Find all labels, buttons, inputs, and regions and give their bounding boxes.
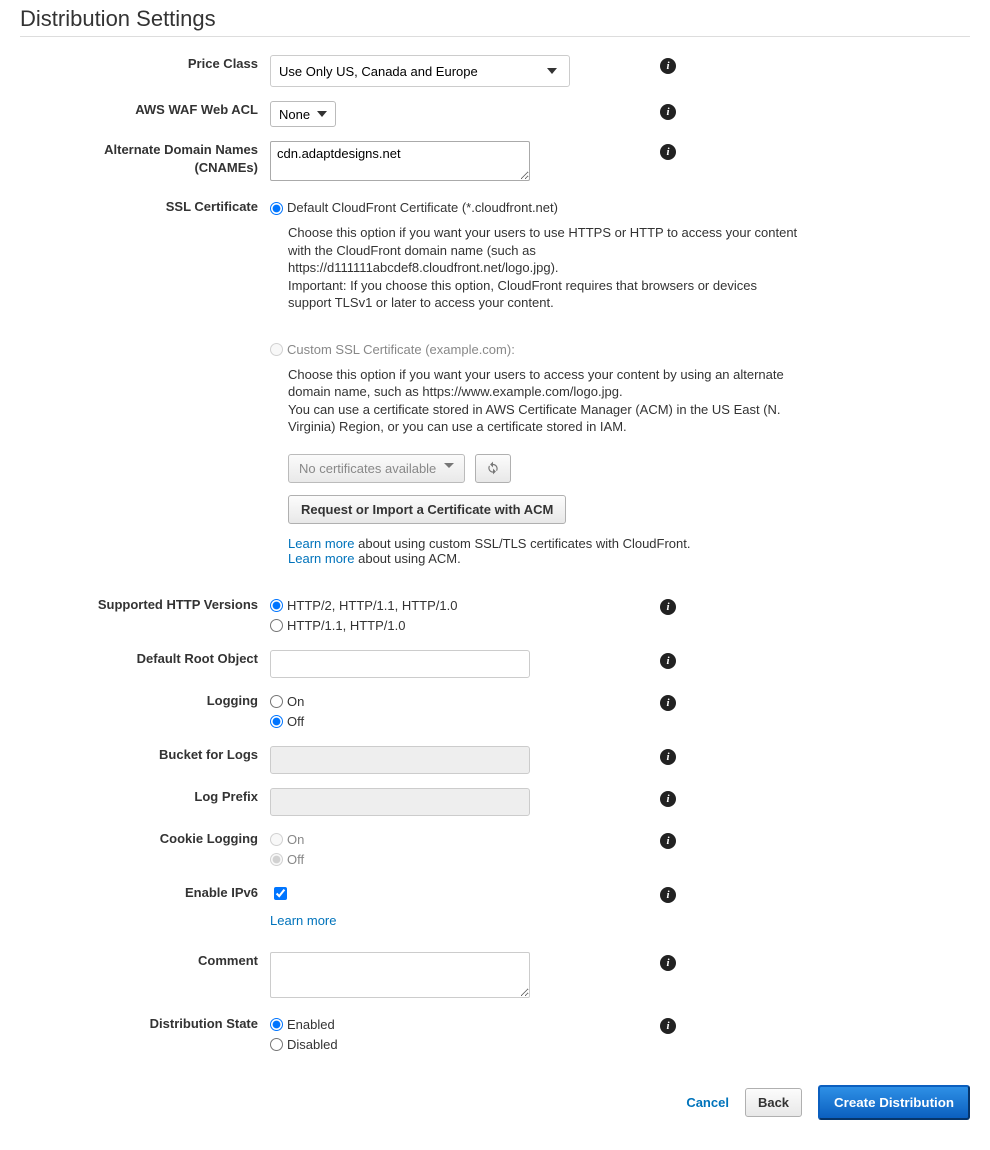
cnames-textarea[interactable]: cdn.adaptdesigns.net (270, 141, 530, 181)
logging-off-label: Off (287, 712, 304, 732)
info-icon[interactable]: i (660, 955, 676, 971)
row-ipv6: Enable IPv6 Learn more i (20, 884, 970, 928)
request-cert-button[interactable]: Request or Import a Certificate with ACM (288, 495, 566, 524)
learn-more-ssl-suffix: about using custom SSL/TLS certificates … (358, 536, 690, 551)
cert-select[interactable]: No certificates available (288, 454, 465, 483)
cookie-log-on-label: On (287, 830, 304, 850)
cookie-log-off-radio (270, 853, 283, 866)
default-root-input[interactable] (270, 650, 530, 678)
ssl-default-help: Choose this option if you want your user… (288, 224, 798, 312)
ipv6-checkbox[interactable] (274, 887, 287, 900)
row-bucket-logs: Bucket for Logs i (20, 746, 970, 774)
row-waf: AWS WAF Web ACL None i (20, 101, 970, 127)
http11-label: HTTP/1.1, HTTP/1.0 (287, 616, 405, 636)
label-logging: Logging (20, 692, 270, 710)
info-icon[interactable]: i (660, 833, 676, 849)
logging-on-radio[interactable] (270, 695, 283, 708)
row-cookie-logging: Cookie Logging On Off i (20, 830, 970, 870)
dist-enabled-radio[interactable] (270, 1018, 283, 1031)
learn-more-acm-suffix: about using ACM. (358, 551, 461, 566)
row-ssl: SSL Certificate Default CloudFront Certi… (20, 198, 970, 566)
price-class-select[interactable]: Use Only US, Canada and Europe (270, 55, 570, 87)
ipv6-learn-more-link[interactable]: Learn more (270, 913, 336, 928)
refresh-icon (486, 461, 500, 475)
info-icon[interactable]: i (660, 791, 676, 807)
info-icon[interactable]: i (660, 1018, 676, 1034)
create-distribution-button[interactable]: Create Distribution (818, 1085, 970, 1120)
label-cnames-line2: (CNAMEs) (20, 159, 258, 177)
label-cnames: Alternate Domain Names (CNAMEs) (20, 141, 270, 177)
row-http-versions: Supported HTTP Versions HTTP/2, HTTP/1.1… (20, 596, 970, 636)
info-icon[interactable]: i (660, 653, 676, 669)
info-icon[interactable]: i (660, 749, 676, 765)
info-icon[interactable]: i (660, 144, 676, 160)
ssl-custom-help: Choose this option if you want your user… (288, 366, 798, 436)
label-bucket-logs: Bucket for Logs (20, 746, 270, 764)
bucket-logs-input (270, 746, 530, 774)
ssl-default-option: Default CloudFront Certificate (*.cloudf… (270, 198, 810, 218)
label-waf: AWS WAF Web ACL (20, 101, 270, 119)
row-log-prefix: Log Prefix i (20, 788, 970, 816)
row-dist-state: Distribution State Enabled Disabled i (20, 1015, 970, 1055)
info-icon[interactable]: i (660, 695, 676, 711)
ssl-custom-option: Custom SSL Certificate (example.com): (270, 340, 810, 360)
label-comment: Comment (20, 952, 270, 970)
learn-more-ssl-link[interactable]: Learn more (288, 536, 354, 551)
log-prefix-input (270, 788, 530, 816)
dist-disabled-radio[interactable] (270, 1038, 283, 1051)
label-log-prefix: Log Prefix (20, 788, 270, 806)
title-separator (20, 36, 970, 37)
waf-select[interactable]: None (270, 101, 336, 127)
comment-textarea[interactable] (270, 952, 530, 998)
row-logging: Logging On Off i (20, 692, 970, 732)
http2-radio[interactable] (270, 599, 283, 612)
label-cookie-logging: Cookie Logging (20, 830, 270, 848)
refresh-certs-button[interactable] (475, 454, 511, 483)
row-cnames: Alternate Domain Names (CNAMEs) cdn.adap… (20, 141, 970, 184)
info-icon[interactable]: i (660, 104, 676, 120)
http11-radio[interactable] (270, 619, 283, 632)
row-comment: Comment i (20, 952, 970, 1001)
cert-select-row: No certificates available (288, 454, 810, 483)
http2-label: HTTP/2, HTTP/1.1, HTTP/1.0 (287, 596, 457, 616)
label-ssl: SSL Certificate (20, 198, 270, 216)
logging-off-radio[interactable] (270, 715, 283, 728)
footer: Cancel Back Create Distribution (20, 1085, 970, 1120)
row-default-root: Default Root Object i (20, 650, 970, 678)
info-icon[interactable]: i (660, 599, 676, 615)
learn-more-acm-link[interactable]: Learn more (288, 551, 354, 566)
ssl-default-label: Default CloudFront Certificate (*.cloudf… (287, 198, 558, 218)
cookie-log-on-radio (270, 833, 283, 846)
cookie-log-off-label: Off (287, 850, 304, 870)
label-ipv6: Enable IPv6 (20, 884, 270, 902)
label-http-versions: Supported HTTP Versions (20, 596, 270, 614)
back-button[interactable]: Back (745, 1088, 802, 1117)
page-title: Distribution Settings (20, 6, 970, 32)
label-cnames-line1: Alternate Domain Names (20, 141, 258, 159)
logging-on-label: On (287, 692, 304, 712)
label-price-class: Price Class (20, 55, 270, 73)
cancel-link[interactable]: Cancel (686, 1095, 729, 1110)
dist-enabled-label: Enabled (287, 1015, 335, 1035)
row-price-class: Price Class Use Only US, Canada and Euro… (20, 55, 970, 87)
info-icon[interactable]: i (660, 887, 676, 903)
ssl-custom-radio[interactable] (270, 343, 283, 356)
info-icon[interactable]: i (660, 58, 676, 74)
ssl-learn-more-block: Learn more about using custom SSL/TLS ce… (288, 536, 810, 566)
dist-disabled-label: Disabled (287, 1035, 338, 1055)
label-dist-state: Distribution State (20, 1015, 270, 1033)
ssl-default-radio[interactable] (270, 202, 283, 215)
label-default-root: Default Root Object (20, 650, 270, 668)
ssl-custom-label: Custom SSL Certificate (example.com): (287, 340, 515, 360)
